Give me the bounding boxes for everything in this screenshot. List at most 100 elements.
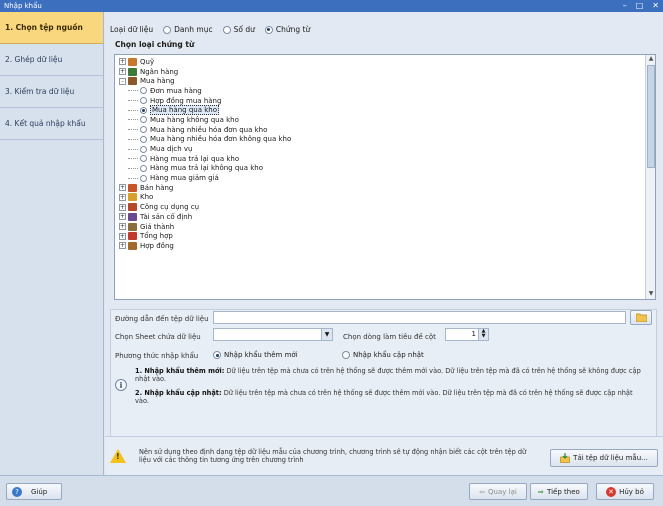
radio-label: Nhập khẩu thêm mới — [224, 351, 298, 359]
expand-icon[interactable]: + — [119, 232, 126, 240]
tree-item[interactable]: Hàng mua giảm giá — [119, 173, 643, 183]
category-icon — [128, 232, 137, 241]
tree-item[interactable]: Hợp đồng mua hàng — [119, 96, 643, 106]
tree-item[interactable]: Mua hàng nhiều hóa đơn qua kho — [119, 125, 643, 135]
tree-folder[interactable]: + Quỹ — [119, 57, 643, 67]
tree-item[interactable]: Hàng mua trả lại qua kho — [119, 154, 643, 164]
note-import-update: 2. Nhập khẩu cập nhật: Dữ liệu trên tệp … — [135, 389, 645, 405]
next-button[interactable]: ⇨ Tiếp theo — [530, 483, 588, 500]
folder-icon — [635, 313, 647, 322]
scroll-up-icon[interactable]: ▲ — [646, 55, 656, 64]
radio-icon[interactable] — [140, 164, 147, 172]
browse-button[interactable] — [630, 310, 652, 325]
download-icon — [560, 453, 571, 463]
tree-folder[interactable]: + Tài sản cố định — [119, 212, 643, 222]
expand-icon[interactable]: + — [119, 68, 126, 76]
wizard-steps: 1. Chọn tệp nguồn 2. Ghép dữ liệu 3. Kiể… — [0, 12, 104, 475]
radio-so-du[interactable]: Số dư — [222, 25, 255, 34]
cancel-button[interactable]: ✕ Hủy bỏ — [596, 483, 654, 500]
tree-item[interactable]: Hàng mua trả lại không qua kho — [119, 164, 643, 174]
tree-folder[interactable]: - Mua hàng — [119, 76, 643, 86]
tree-folder[interactable]: + Giá thành — [119, 222, 643, 232]
radio-circle[interactable] — [222, 25, 231, 34]
radio-danh-muc[interactable]: Danh mục — [163, 25, 213, 34]
step-map-data[interactable]: 2. Ghép dữ liệu — [0, 44, 103, 76]
tree-label: Quỹ — [140, 57, 155, 66]
radio-circle-selected[interactable] — [213, 351, 221, 359]
tree-folder[interactable]: + Tổng hợp — [119, 231, 643, 241]
expand-icon[interactable]: + — [119, 203, 126, 211]
step-check-data[interactable]: 3. Kiểm tra dữ liệu — [0, 76, 103, 108]
radio-import-new[interactable]: Nhập khẩu thêm mới — [213, 351, 298, 359]
expand-icon[interactable]: + — [119, 193, 126, 201]
expand-icon[interactable]: + — [119, 213, 126, 221]
category-icon — [128, 183, 137, 192]
tree-folder[interactable]: + Kho — [119, 193, 643, 203]
info-icon: i — [115, 379, 127, 391]
title-bar: Nhập khẩu – □ ✕ — [0, 0, 663, 12]
tree-connector — [128, 167, 138, 169]
tree-folder[interactable]: + Công cụ dụng cụ — [119, 202, 643, 212]
tree-item[interactable]: Mua hàng qua kho — [119, 105, 643, 116]
stepper-arrows-icon[interactable]: ▲ ▼ — [478, 329, 488, 340]
expand-icon[interactable]: + — [119, 58, 126, 66]
radio-icon[interactable] — [140, 155, 147, 163]
tree-label: Tài sản cố định — [140, 212, 193, 221]
tree-scrollbar[interactable]: ▲ ▼ — [645, 55, 655, 299]
radio-selected-icon[interactable] — [140, 106, 147, 114]
scroll-down-icon[interactable]: ▼ — [646, 290, 656, 299]
close-icon[interactable]: ✕ — [652, 0, 659, 12]
header-row-stepper[interactable]: 1 ▲ ▼ — [445, 328, 489, 341]
arrow-left-icon: ⇦ — [479, 487, 486, 496]
tree-connector — [128, 177, 138, 179]
file-path-input[interactable] — [213, 311, 626, 324]
radio-chung-tu[interactable]: Chứng từ — [264, 25, 310, 34]
scroll-thumb[interactable] — [647, 65, 655, 168]
radio-icon[interactable] — [140, 126, 147, 134]
data-type-selector: Loại dữ liệu Danh mục Số dư Chứng từ — [110, 25, 310, 34]
radio-circle[interactable] — [342, 351, 350, 359]
radio-icon[interactable] — [140, 174, 147, 182]
tree-item[interactable]: Mua hàng nhiều hóa đơn không qua kho — [119, 135, 643, 145]
expand-icon[interactable]: + — [119, 184, 126, 192]
tree-folder[interactable]: + Bán hàng — [119, 183, 643, 193]
maximize-icon[interactable]: □ — [636, 0, 644, 12]
radio-circle-selected[interactable] — [264, 25, 273, 34]
tree-connector — [128, 158, 138, 160]
tree-connector — [128, 90, 138, 92]
radio-import-update[interactable]: Nhập khẩu cập nhật — [342, 351, 424, 359]
note-title: 2. Nhập khẩu cập nhật: — [135, 389, 222, 397]
group-title: Chọn loại chứng từ — [115, 40, 195, 49]
radio-icon[interactable] — [140, 145, 147, 153]
voucher-type-tree[interactable]: + Quỹ + Ngân hàng - Mua hàng Đơn mua hàng Hợp đ… — [114, 54, 656, 300]
radio-icon[interactable] — [140, 135, 147, 143]
help-button[interactable]: ? Giúp — [6, 483, 62, 500]
expand-icon[interactable]: + — [119, 242, 126, 250]
radio-label: Số dư — [233, 25, 255, 34]
collapse-icon[interactable]: - — [119, 77, 126, 85]
sheet-select[interactable]: ▼ — [213, 328, 333, 341]
step-import-result[interactable]: 4. Kết quả nhập khẩu — [0, 108, 103, 140]
tree-item[interactable]: Mua hàng không qua kho — [119, 115, 643, 125]
download-template-button[interactable]: Tải tệp dữ liệu mẫu... — [550, 449, 658, 467]
tree-folder[interactable]: + Hợp đồng — [119, 241, 643, 251]
minimize-icon[interactable]: – — [623, 0, 627, 12]
tree-label: Mua hàng nhiều hóa đơn không qua kho — [150, 135, 292, 144]
radio-icon[interactable] — [140, 97, 147, 105]
tree-item[interactable]: Đơn mua hàng — [119, 86, 643, 96]
tree-item[interactable]: Mua dịch vụ — [119, 144, 643, 154]
tree-label: Hàng mua trả lại không qua kho — [150, 164, 264, 173]
category-icon — [128, 57, 137, 66]
download-label: Tải tệp dữ liệu mẫu... — [573, 454, 648, 462]
back-button[interactable]: ⇦ Quay lại — [469, 483, 527, 500]
tree-folder[interactable]: + Ngân hàng — [119, 67, 643, 77]
radio-icon[interactable] — [140, 116, 147, 124]
tree-label: Hợp đồng — [140, 241, 174, 250]
radio-icon[interactable] — [140, 87, 147, 95]
chevron-down-icon[interactable]: ▼ — [321, 329, 332, 340]
window-controls: – □ ✕ — [623, 0, 659, 12]
path-label: Đường dẫn đến tệp dữ liệu — [115, 315, 209, 323]
expand-icon[interactable]: + — [119, 223, 126, 231]
radio-circle[interactable] — [163, 25, 172, 34]
step-choose-source[interactable]: 1. Chọn tệp nguồn — [0, 12, 103, 44]
